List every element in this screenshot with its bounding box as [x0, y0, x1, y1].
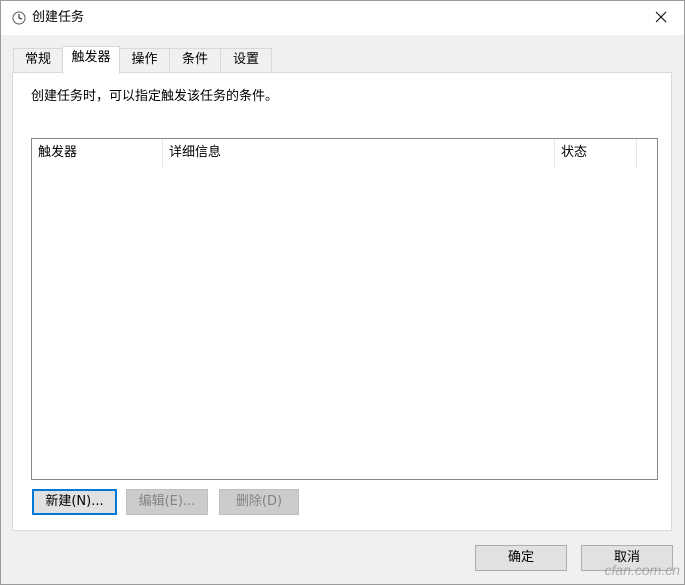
tab-settings[interactable]: 设置	[220, 48, 272, 72]
delete-trigger-button[interactable]: 删除(D)	[219, 489, 299, 515]
column-header-trigger[interactable]: 触发器	[32, 139, 163, 167]
close-button[interactable]	[638, 1, 684, 35]
column-header-status[interactable]: 状态	[555, 139, 637, 167]
column-header-label: 详细信息	[169, 145, 222, 160]
clock-icon	[12, 11, 26, 25]
triggers-description: 创建任务时，可以指定触发该任务的条件。	[31, 89, 279, 104]
ok-button[interactable]: 确定	[475, 545, 567, 571]
triggers-panel: 创建任务时，可以指定触发该任务的条件。 触发器 详细信息 状态 新建(N)...…	[12, 72, 672, 531]
tab-label: 触发器	[71, 50, 111, 65]
tab-label: 条件	[181, 52, 208, 67]
tab-conditions[interactable]: 条件	[169, 48, 221, 72]
window-title: 创建任务	[32, 10, 85, 25]
column-header-label: 状态	[561, 145, 588, 160]
tab-label: 设置	[232, 52, 259, 67]
column-header-label: 触发器	[38, 145, 78, 160]
create-task-dialog: 创建任务 常规 触发器 操作 条件 设置 创建任务时，可以指定触发该任务的条件。…	[0, 0, 685, 585]
edit-trigger-button[interactable]: 编辑(E)...	[126, 489, 208, 515]
new-trigger-button[interactable]: 新建(N)...	[32, 489, 117, 515]
tab-actions[interactable]: 操作	[119, 48, 170, 72]
title-bar: 创建任务	[1, 1, 684, 35]
column-header-details[interactable]: 详细信息	[163, 139, 555, 167]
watermark: cfan.com.cn	[604, 562, 680, 578]
tab-label: 常规	[24, 52, 51, 67]
triggers-list[interactable]: 触发器 详细信息 状态	[31, 138, 658, 480]
tab-general[interactable]: 常规	[13, 48, 63, 72]
tab-label: 操作	[131, 52, 158, 67]
close-icon	[655, 11, 667, 26]
tab-triggers[interactable]: 触发器	[62, 46, 120, 74]
